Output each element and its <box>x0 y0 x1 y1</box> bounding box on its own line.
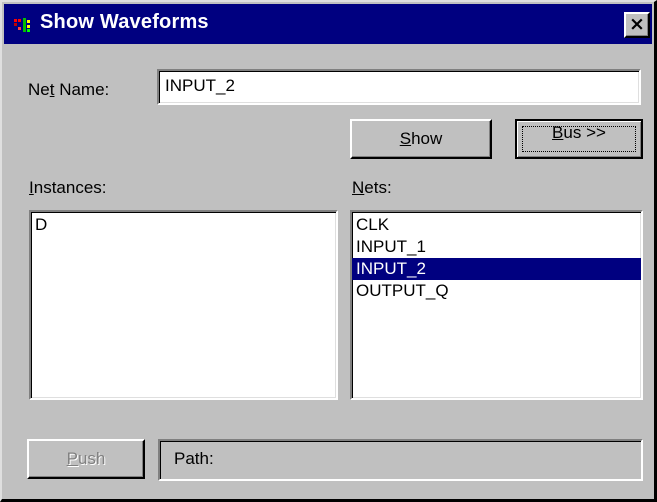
show-button[interactable]: Show <box>350 119 492 159</box>
net-name-label: Net Name: <box>28 80 110 99</box>
nets-list-item[interactable]: OUTPUT_Q <box>352 280 641 302</box>
show-waveforms-dialog: Show Waveforms × Net Name: INPUT_2 Show … <box>0 0 657 502</box>
path-panel: Path: <box>158 439 643 481</box>
title-bar[interactable]: Show Waveforms × <box>4 4 652 44</box>
focus-rectangle: Bus >> <box>522 123 636 152</box>
close-icon: × <box>629 13 645 35</box>
close-button[interactable]: × <box>624 12 650 38</box>
nets-list-item[interactable]: INPUT_1 <box>352 236 641 258</box>
push-button[interactable]: Push <box>27 439 145 479</box>
net-name-value: INPUT_2 <box>165 76 235 95</box>
nets-list[interactable]: CLK INPUT_1 INPUT_2 OUTPUT_Q <box>350 210 643 400</box>
nets-label: Nets: <box>352 178 392 197</box>
instances-label: Instances: <box>29 178 107 197</box>
nets-list-item[interactable]: INPUT_2 <box>352 258 641 280</box>
bus-button[interactable]: Bus >> <box>515 119 643 159</box>
path-label: Path: <box>174 449 214 468</box>
instances-list-item[interactable]: D <box>31 214 336 236</box>
waveform-app-icon <box>12 16 34 34</box>
net-name-field[interactable]: INPUT_2 <box>157 69 641 105</box>
instances-list[interactable]: D <box>29 210 338 400</box>
nets-list-item[interactable]: CLK <box>352 214 641 236</box>
window-title: Show Waveforms <box>40 11 209 33</box>
